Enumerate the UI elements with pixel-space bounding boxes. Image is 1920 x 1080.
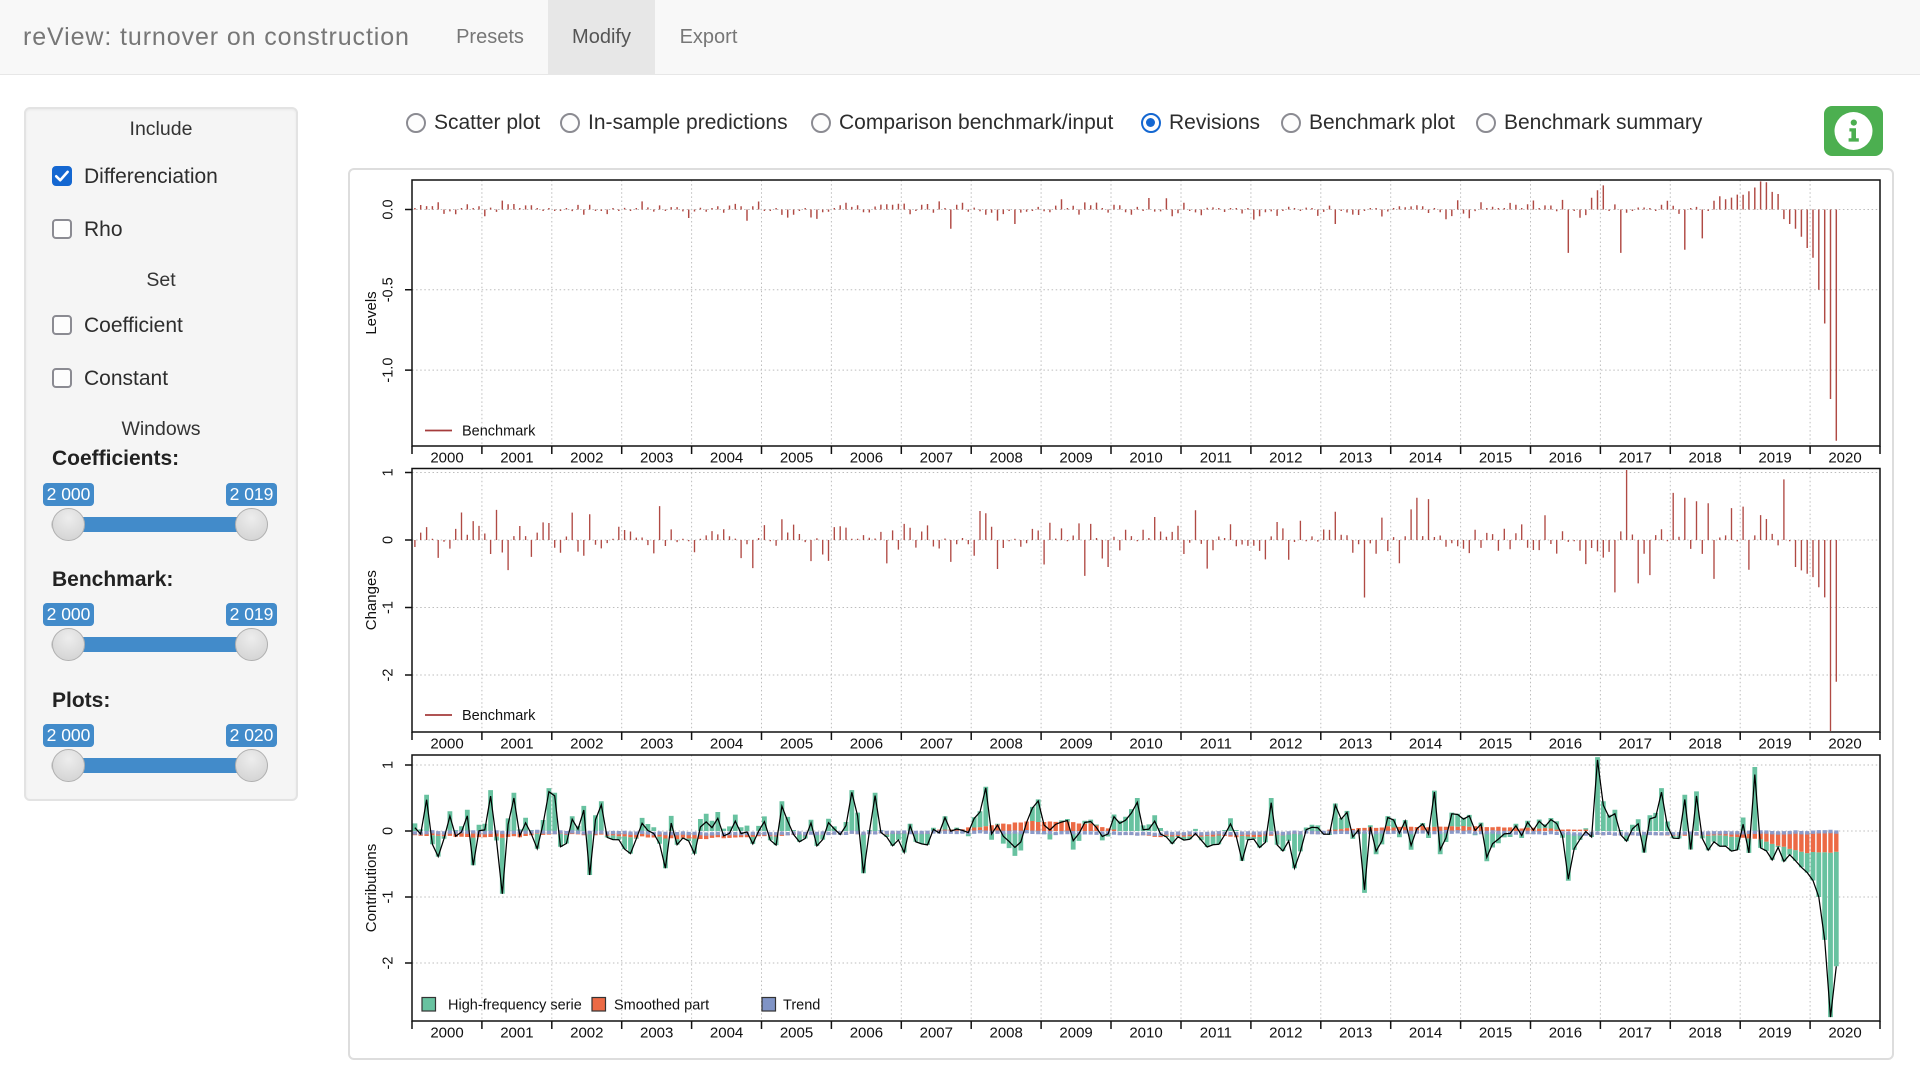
svg-text:2001: 2001: [500, 1025, 533, 1042]
svg-text:2008: 2008: [990, 450, 1023, 467]
svg-text:2015: 2015: [1479, 736, 1512, 753]
svg-text:2020: 2020: [1828, 450, 1861, 467]
svg-text:2005: 2005: [780, 1025, 813, 1042]
svg-text:2008: 2008: [990, 1025, 1023, 1042]
svg-text:Benchmark: Benchmark: [462, 708, 536, 724]
svg-text:-2: -2: [381, 957, 397, 970]
svg-text:2013: 2013: [1339, 450, 1372, 467]
svg-text:2013: 2013: [1339, 736, 1372, 753]
svg-text:2010: 2010: [1129, 450, 1162, 467]
svg-text:2019: 2019: [1758, 736, 1791, 753]
svg-text:Trend: Trend: [783, 998, 820, 1014]
svg-text:2006: 2006: [850, 1025, 883, 1042]
svg-text:-1: -1: [381, 891, 397, 904]
svg-text:Levels: Levels: [363, 291, 380, 334]
svg-text:2014: 2014: [1409, 736, 1442, 753]
svg-text:2011: 2011: [1200, 736, 1232, 753]
svg-text:2011: 2011: [1200, 450, 1232, 467]
svg-text:Smoothed part: Smoothed part: [614, 998, 709, 1014]
svg-text:2012: 2012: [1269, 450, 1302, 467]
svg-text:2003: 2003: [640, 736, 673, 753]
svg-text:-1: -1: [381, 601, 397, 614]
svg-text:2013: 2013: [1339, 1025, 1372, 1042]
svg-text:2012: 2012: [1269, 736, 1302, 753]
svg-text:Benchmark: Benchmark: [462, 424, 536, 440]
svg-text:2000: 2000: [430, 1025, 463, 1042]
svg-text:2006: 2006: [850, 736, 883, 753]
svg-text:2005: 2005: [780, 450, 813, 467]
svg-text:2017: 2017: [1619, 450, 1652, 467]
svg-text:2016: 2016: [1549, 450, 1582, 467]
svg-text:2019: 2019: [1758, 450, 1791, 467]
svg-text:2001: 2001: [500, 450, 533, 467]
svg-text:2007: 2007: [920, 450, 953, 467]
svg-text:2002: 2002: [570, 450, 603, 467]
svg-text:2005: 2005: [780, 736, 813, 753]
svg-text:2008: 2008: [990, 736, 1023, 753]
svg-text:2003: 2003: [640, 450, 673, 467]
svg-text:2016: 2016: [1549, 1025, 1582, 1042]
svg-text:-1.0: -1.0: [381, 358, 397, 383]
svg-text:2003: 2003: [640, 1025, 673, 1042]
svg-text:2018: 2018: [1689, 1025, 1722, 1042]
svg-text:0: 0: [381, 827, 397, 835]
svg-text:2010: 2010: [1129, 1025, 1162, 1042]
svg-text:2004: 2004: [710, 736, 743, 753]
svg-text:2007: 2007: [920, 1025, 953, 1042]
svg-text:2019: 2019: [1758, 1025, 1791, 1042]
svg-text:2017: 2017: [1619, 736, 1652, 753]
svg-text:1: 1: [381, 761, 397, 769]
svg-text:2001: 2001: [500, 736, 533, 753]
svg-text:2000: 2000: [430, 736, 463, 753]
svg-text:2016: 2016: [1549, 736, 1582, 753]
svg-text:High-frequency serie: High-frequency serie: [448, 998, 582, 1014]
svg-text:2006: 2006: [850, 450, 883, 467]
svg-text:2011: 2011: [1200, 1025, 1232, 1042]
svg-text:2009: 2009: [1059, 736, 1092, 753]
svg-text:2000: 2000: [430, 450, 463, 467]
svg-text:2004: 2004: [710, 1025, 743, 1042]
svg-text:2015: 2015: [1479, 1025, 1512, 1042]
svg-text:2002: 2002: [570, 736, 603, 753]
svg-text:0: 0: [381, 536, 397, 544]
svg-text:Changes: Changes: [363, 570, 380, 630]
svg-text:2020: 2020: [1828, 736, 1861, 753]
svg-text:Contributions: Contributions: [363, 844, 380, 932]
svg-text:2009: 2009: [1059, 1025, 1092, 1042]
svg-text:0.0: 0.0: [381, 199, 397, 219]
svg-text:2004: 2004: [710, 450, 743, 467]
svg-text:-2: -2: [381, 669, 397, 682]
svg-text:2014: 2014: [1409, 1025, 1442, 1042]
svg-text:2018: 2018: [1689, 736, 1722, 753]
svg-text:2010: 2010: [1129, 736, 1162, 753]
svg-text:2002: 2002: [570, 1025, 603, 1042]
svg-text:2014: 2014: [1409, 450, 1442, 467]
svg-text:2007: 2007: [920, 736, 953, 753]
svg-text:1: 1: [381, 468, 397, 476]
svg-text:2012: 2012: [1269, 1025, 1302, 1042]
svg-text:2018: 2018: [1689, 450, 1722, 467]
svg-text:2020: 2020: [1828, 1025, 1861, 1042]
svg-text:2017: 2017: [1619, 1025, 1652, 1042]
svg-text:2015: 2015: [1479, 450, 1512, 467]
svg-text:2009: 2009: [1059, 450, 1092, 467]
svg-text:-0.5: -0.5: [381, 277, 397, 302]
